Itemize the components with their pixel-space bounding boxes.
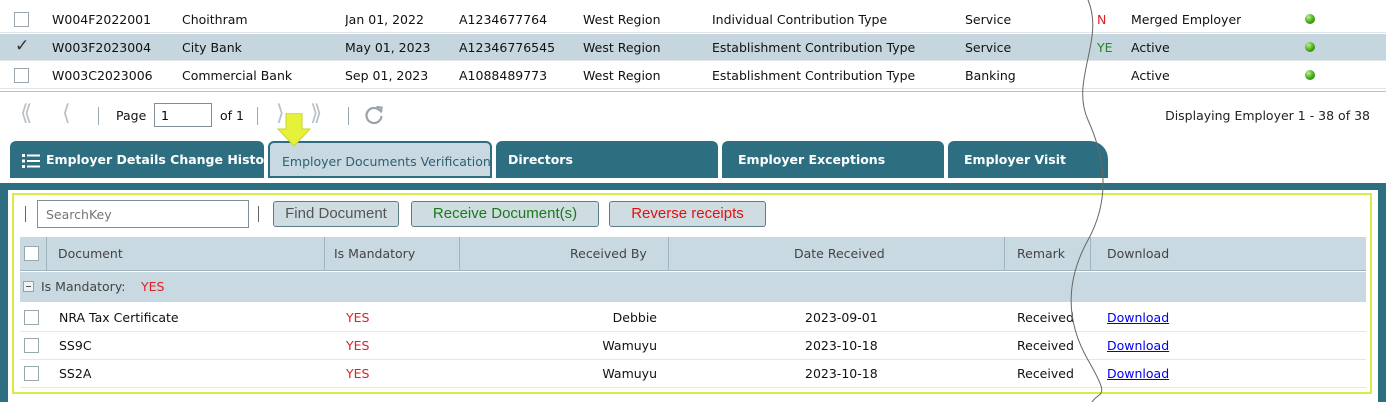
employer-code: W004F2022001 [52, 12, 152, 27]
employer-account: A1088489773 [459, 68, 548, 83]
employer-region: West Region [583, 12, 661, 27]
employer-name: City Bank [182, 40, 242, 55]
employer-region: West Region [583, 68, 661, 83]
employer-account: A12346776545 [459, 40, 556, 55]
pager-separator [348, 107, 349, 125]
employer-flag: N [1097, 12, 1107, 27]
employer-status: Active [1131, 40, 1170, 55]
list-icon [22, 153, 40, 168]
tab-label: Directors [508, 152, 573, 167]
pagination-bar: ⟪ ⟨ Page of 1 ⟩ ⟫ Displaying Employer 1 … [0, 97, 1386, 135]
employer-status: Active [1131, 68, 1170, 83]
employer-contribution-type: Establishment Contribution Type [712, 68, 916, 83]
row-checkbox[interactable] [14, 36, 29, 56]
employer-grid: W004F2022001 Choithram Jan 01, 2022 A123… [0, 0, 1386, 92]
employer-date: Sep 01, 2023 [345, 68, 429, 83]
employer-sector: Service [965, 12, 1012, 27]
row-checkbox[interactable] [14, 12, 29, 27]
refresh-icon[interactable] [364, 105, 384, 125]
employer-name: Commercial Bank [182, 68, 293, 83]
status-led-icon [1305, 42, 1315, 52]
tab-label: Employer Documents Verification [282, 154, 491, 169]
tab-label: Employer Exceptions [738, 152, 886, 167]
pager-separator [257, 107, 258, 125]
employer-contribution-type: Establishment Contribution Type [712, 40, 916, 55]
tab-employer-visit[interactable]: Employer Visit [948, 141, 1108, 178]
tab-employer-exceptions[interactable]: Employer Exceptions [722, 141, 944, 178]
tab-directors[interactable]: Directors [496, 141, 718, 178]
page-number-input[interactable] [154, 103, 212, 127]
status-led-icon [1305, 14, 1315, 24]
employer-row[interactable]: W003F2023004 City Bank May 01, 2023 A123… [0, 34, 1386, 61]
employer-sector: Service [965, 40, 1012, 55]
tab-label: Employer Visit [964, 152, 1066, 167]
employer-region: West Region [583, 40, 661, 55]
employer-sector: Banking [965, 68, 1016, 83]
employer-contribution-type: Individual Contribution Type [712, 12, 888, 27]
tab-strip: Employer Details Change History Employer… [0, 138, 1386, 183]
employer-flag: YE [1097, 40, 1113, 55]
tab-employer-details-change-history[interactable]: Employer Details Change History [10, 141, 278, 178]
display-count-text: Displaying Employer 1 - 38 of 38 [1165, 108, 1370, 123]
first-page-icon[interactable]: ⟪ [20, 103, 32, 125]
row-checkbox[interactable] [14, 68, 29, 83]
employer-name: Choithram [182, 12, 248, 27]
prev-page-icon[interactable]: ⟨ [62, 103, 71, 125]
employer-account: A1234677764 [459, 12, 548, 27]
pager-separator [98, 107, 99, 125]
page-of-label: of 1 [220, 108, 244, 123]
employer-row[interactable]: W004F2022001 Choithram Jan 01, 2022 A123… [0, 6, 1386, 33]
highlight-box [12, 193, 1372, 394]
employer-status: Merged Employer [1131, 12, 1242, 27]
tab-label: Employer Details Change History [46, 152, 279, 167]
employer-row[interactable]: W003C2023006 Commercial Bank Sep 01, 202… [0, 62, 1386, 89]
employer-date: Jan 01, 2022 [345, 12, 424, 27]
page-label: Page [116, 108, 147, 123]
status-led-icon [1305, 70, 1315, 80]
employer-date: May 01, 2023 [345, 40, 431, 55]
employer-code: W003C2023006 [52, 68, 153, 83]
pointer-arrow-icon [276, 113, 312, 147]
employer-code: W003F2023004 [52, 40, 152, 55]
